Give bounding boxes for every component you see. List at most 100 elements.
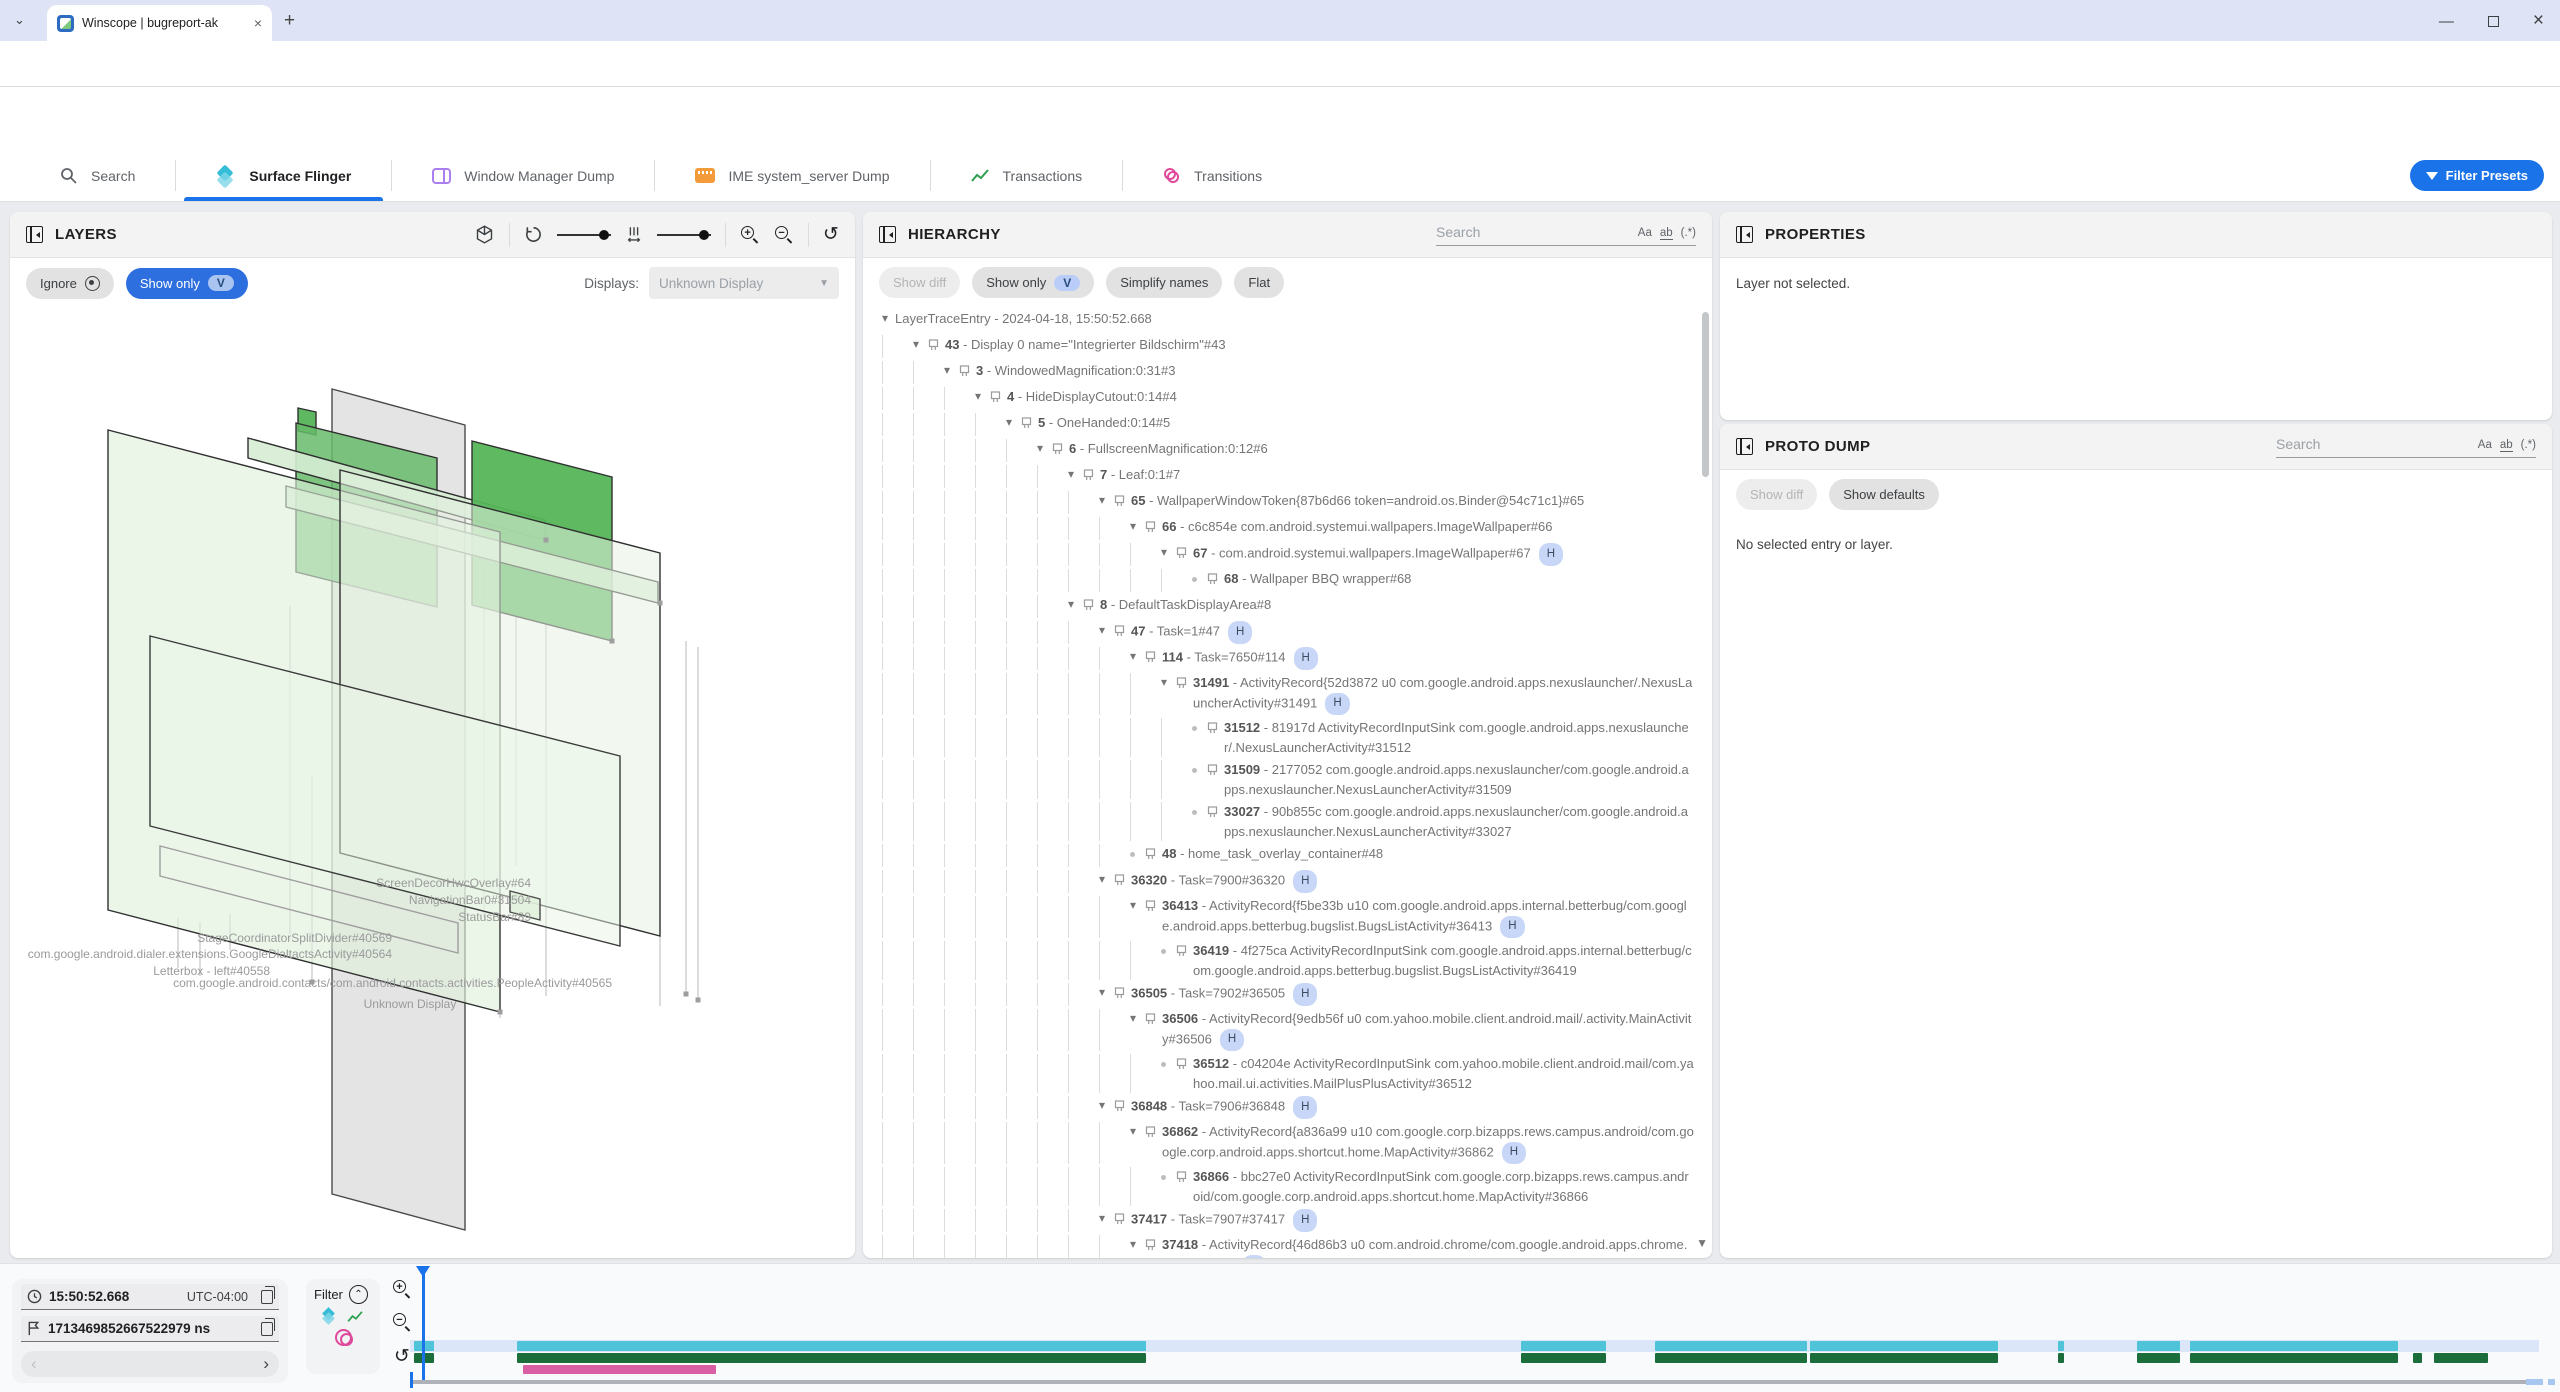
expand-chevron-icon[interactable]: ▾ (906, 335, 926, 354)
match-case-icon[interactable]: Aa (2478, 439, 2492, 451)
tab-transactions[interactable]: Transactions (931, 150, 1123, 201)
expand-chevron-icon[interactable]: ▾ (1092, 1209, 1112, 1228)
transactions-segment[interactable] (2434, 1353, 2488, 1363)
timeline-scroll-thumb[interactable] (2526, 1379, 2543, 1385)
expand-chevron-icon[interactable]: ▾ (1154, 543, 1174, 562)
prev-entry-icon[interactable]: ‹ (31, 1354, 37, 1374)
spacing-icon[interactable] (625, 225, 643, 244)
surface-flinger-filter-icon[interactable] (322, 1309, 337, 1324)
surface-flinger-segment[interactable] (1810, 1341, 1998, 1351)
timeline-zoom-in-icon[interactable]: + (392, 1279, 412, 1299)
tree-row[interactable]: ▾37418 - ActivityRecord{46d86b3 u0 com.a… (875, 1232, 1702, 1258)
tree-row[interactable]: 68 - Wallpaper BBQ wrapper#68 (875, 566, 1702, 592)
collapse-filter-icon[interactable]: ⌃ (349, 1285, 368, 1304)
ignore-chip[interactable]: Ignore (26, 268, 114, 299)
transactions-segment[interactable] (2058, 1353, 2064, 1363)
tree-row[interactable]: ▾LayerTraceEntry - 2024-04-18, 15:50:52.… (875, 306, 1702, 332)
tree-row[interactable]: ▾114 - Task=7650#114H (875, 644, 1702, 670)
show-defaults-chip[interactable]: Show defaults (1829, 479, 1939, 510)
surface-flinger-segment[interactable] (2137, 1341, 2180, 1351)
clock-time-field[interactable]: 15:50:52.668 UTC-04:00 (21, 1284, 279, 1310)
tree-row[interactable]: ▾8 - DefaultTaskDisplayArea#8 (875, 592, 1702, 618)
expand-chevron-icon[interactable]: ▾ (875, 309, 895, 328)
collapse-panel-icon[interactable] (1736, 226, 1753, 243)
surface-flinger-segment[interactable] (1655, 1341, 1807, 1351)
show-diff-chip[interactable]: Show diff (1736, 479, 1817, 510)
tree-row[interactable]: ▾3 - WindowedMagnification:0:31#3 (875, 358, 1702, 384)
new-tab-button[interactable]: + (284, 13, 295, 29)
tree-row[interactable]: 33027 - 90b855c com.google.android.apps.… (875, 799, 1702, 841)
expand-chevron-icon[interactable]: ▾ (1123, 517, 1143, 536)
expand-chevron-icon[interactable]: ▾ (1030, 439, 1050, 458)
expand-chevron-icon[interactable]: ▾ (1154, 673, 1174, 692)
match-word-icon[interactable]: ab (1660, 227, 1673, 240)
spacing-slider[interactable] (657, 234, 711, 236)
expand-chevron-icon[interactable]: ▾ (968, 387, 988, 406)
transactions-segment[interactable] (1655, 1353, 1807, 1363)
browser-tab[interactable]: Winscope | bugreport-ak × (47, 5, 272, 41)
collapse-panel-icon[interactable] (1736, 438, 1753, 455)
regex-icon[interactable]: (.*) (2521, 439, 2536, 451)
flat-chip[interactable]: Flat (1234, 267, 1284, 298)
tree-row[interactable]: ▾7 - Leaf:0:1#7 (875, 462, 1702, 488)
transactions-segment[interactable] (1810, 1353, 1998, 1363)
tree-row[interactable]: ▾37417 - Task=7907#37417H (875, 1206, 1702, 1232)
expand-chevron-icon[interactable]: ▾ (1092, 983, 1112, 1002)
tree-row[interactable]: 31512 - 81917d ActivityRecordInputSink c… (875, 715, 1702, 757)
collapse-panel-icon[interactable] (879, 226, 896, 243)
timeline-cursor[interactable] (422, 1267, 425, 1382)
expand-chevron-icon[interactable]: ▾ (1123, 647, 1143, 666)
tree-row[interactable]: ▾65 - WallpaperWindowToken{87b6d66 token… (875, 488, 1702, 514)
show-only-chip[interactable]: Show onlyV (126, 268, 248, 299)
expand-chevron-icon[interactable]: ▾ (1092, 1096, 1112, 1115)
tab-ime-dump[interactable]: IME system_server Dump (655, 150, 929, 201)
tab-transitions[interactable]: Transitions (1123, 150, 1302, 201)
tree-row[interactable]: ▾36848 - Task=7906#36848H (875, 1093, 1702, 1119)
expand-chevron-icon[interactable]: ▾ (999, 413, 1019, 432)
surface-flinger-segment[interactable] (517, 1341, 1146, 1351)
tree-row[interactable]: 36866 - bbc27e0 ActivityRecordInputSink … (875, 1164, 1702, 1206)
hierarchy-search[interactable]: Search Aa ab (.*) (1436, 224, 1696, 246)
regex-icon[interactable]: (.*) (1681, 227, 1696, 239)
tree-row[interactable]: ▾67 - com.android.systemui.wallpapers.Im… (875, 540, 1702, 566)
timeline-cursor-head[interactable] (416, 1266, 430, 1277)
zoom-in-icon[interactable]: + (740, 225, 760, 245)
rotation-icon[interactable] (524, 225, 543, 244)
tree-row[interactable]: ▾4 - HideDisplayCutout:0:14#4 (875, 384, 1702, 410)
tree-row[interactable]: ▾36320 - Task=7900#36320H (875, 867, 1702, 893)
transitions-segment[interactable] (523, 1365, 716, 1374)
expand-chevron-icon[interactable]: ▾ (1092, 621, 1112, 640)
expand-chevron-icon[interactable]: ▾ (1123, 1122, 1143, 1141)
tree-row[interactable]: 36512 - c04204e ActivityRecordInputSink … (875, 1051, 1702, 1093)
3d-view-icon[interactable] (474, 224, 495, 245)
zoom-out-icon[interactable]: − (774, 225, 794, 245)
simplify-names-chip[interactable]: Simplify names (1106, 267, 1222, 298)
reset-view-icon[interactable]: ↻ (823, 223, 839, 246)
tree-row[interactable]: ▾36505 - Task=7902#36505H (875, 980, 1702, 1006)
tree-row[interactable]: ▾36862 - ActivityRecord{a836a99 u10 com.… (875, 1119, 1702, 1164)
transactions-segment[interactable] (517, 1353, 1146, 1363)
tree-row[interactable]: 31509 - 2177052 com.google.android.apps.… (875, 757, 1702, 799)
surface-flinger-segment[interactable] (1521, 1341, 1607, 1351)
next-entry-icon[interactable]: › (263, 1354, 269, 1374)
tree-row[interactable]: 36419 - 4f275ca ActivityRecordInputSink … (875, 938, 1702, 980)
collapse-panel-icon[interactable] (26, 226, 43, 243)
timeline-scrollbar[interactable] (412, 1380, 2540, 1384)
maximize-icon[interactable] (2488, 16, 2499, 27)
tree-row[interactable]: ▾36413 - ActivityRecord{f5be33b u10 com.… (875, 893, 1702, 938)
proto-search[interactable]: Search Aa ab (.*) (2276, 436, 2536, 458)
tab-search[interactable]: Search (0, 150, 175, 201)
expand-chevron-icon[interactable]: ▾ (1061, 595, 1081, 614)
show-only-chip[interactable]: Show onlyV (972, 267, 1094, 298)
expand-chevron-icon[interactable]: ▾ (1123, 896, 1143, 915)
tree-row[interactable]: ▾43 - Display 0 name="Integrierter Bilds… (875, 332, 1702, 358)
surface-flinger-segment[interactable] (2058, 1341, 2064, 1351)
tab-surface-flinger[interactable]: Surface Flinger (176, 150, 391, 201)
transitions-filter-icon[interactable] (335, 1329, 352, 1346)
surface-flinger-segment[interactable] (2190, 1341, 2398, 1351)
match-case-icon[interactable]: Aa (1638, 227, 1652, 239)
copy-icon[interactable] (261, 1322, 273, 1336)
transactions-filter-icon[interactable] (347, 1311, 364, 1323)
transactions-segment[interactable] (2190, 1353, 2398, 1363)
transactions-segment[interactable] (2137, 1353, 2180, 1363)
